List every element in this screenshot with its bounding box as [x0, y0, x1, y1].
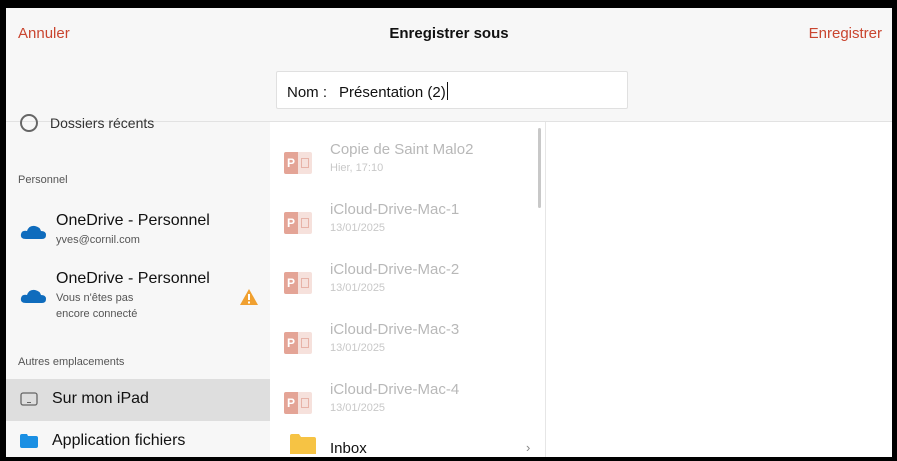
file-date: 13/01/2025: [330, 402, 386, 414]
list-item-file: P iCloud-Drive-Mac-3 13/01/2025: [270, 312, 540, 372]
file-list[interactable]: P Copie de Saint Malo2 Hier, 17:10 P iCl…: [270, 122, 546, 457]
list-item-inbox-folder[interactable]: Inbox ›: [270, 428, 540, 457]
sidebar-item-onedrive-account-2[interactable]: OneDrive - Personnel Vous n'êtes pas enc…: [18, 266, 268, 326]
file-date: 13/01/2025: [330, 222, 386, 234]
account-status-line-2: encore connecté: [56, 308, 138, 320]
file-name: iCloud-Drive-Mac-2: [330, 261, 460, 278]
save-button[interactable]: Enregistrer: [809, 25, 882, 42]
chevron-right-icon: ›: [526, 440, 531, 455]
folder-icon: [20, 434, 38, 448]
file-name: iCloud-Drive-Mac-1: [330, 201, 460, 218]
name-bar: Nom : Présentation (2): [6, 58, 892, 122]
filename-label: Nom :: [287, 84, 328, 101]
file-date: 13/01/2025: [330, 282, 386, 294]
sidebar-item-label: Application fichiers: [52, 432, 186, 449]
onedrive-cloud-icon: [20, 225, 46, 239]
sidebar-item-files-app[interactable]: Application fichiers: [6, 421, 270, 457]
list-item-file: P iCloud-Drive-Mac-2 13/01/2025: [270, 252, 540, 312]
sidebar-item-label: Dossiers récents: [50, 115, 155, 131]
text-cursor: [446, 82, 448, 100]
file-date: 13/01/2025: [330, 342, 386, 354]
file-name: Copie de Saint Malo2: [330, 141, 474, 158]
warning-icon: [240, 289, 258, 305]
sidebar-item-on-my-ipad[interactable]: Sur mon iPad: [6, 379, 270, 421]
sidebar-item-label: Sur mon iPad: [52, 390, 149, 407]
save-as-dialog: Annuler Enregistrer sous Enregistrer Nom…: [6, 8, 892, 457]
powerpoint-file-icon: P: [284, 332, 312, 354]
file-name: iCloud-Drive-Mac-4: [330, 381, 460, 398]
list-item-file: P Copie de Saint Malo2 Hier, 17:10: [270, 132, 540, 192]
powerpoint-file-icon: P: [284, 152, 312, 174]
sidebar-item-onedrive-account-1[interactable]: OneDrive - Personnel yves@cornil.com: [18, 208, 268, 248]
list-item-file: P iCloud-Drive-Mac-4 13/01/2025: [270, 372, 540, 432]
file-name: iCloud-Drive-Mac-3: [330, 321, 460, 338]
sidebar-item-recent-folders[interactable]: Dossiers récents: [20, 114, 154, 132]
sidebar: Dossiers récents Personnel OneDrive - Pe…: [6, 114, 270, 457]
account-name: OneDrive - Personnel: [56, 212, 210, 229]
filename-input[interactable]: Présentation (2): [339, 84, 446, 101]
dialog-header: Annuler Enregistrer sous Enregistrer: [6, 8, 892, 58]
section-header-other-locations: Autres emplacements: [18, 356, 125, 368]
account-status-line-1: Vous n'êtes pas: [56, 292, 134, 304]
onedrive-cloud-icon: [20, 289, 46, 303]
account-email: yves@cornil.com: [56, 234, 140, 246]
dialog-title: Enregistrer sous: [389, 25, 509, 42]
folder-name: Inbox: [330, 440, 367, 457]
powerpoint-file-icon: P: [284, 392, 312, 414]
account-name: OneDrive - Personnel: [56, 270, 210, 287]
file-date: Hier, 17:10: [330, 162, 384, 174]
powerpoint-file-icon: P: [284, 212, 312, 234]
section-header-personal: Personnel: [18, 174, 68, 186]
folder-icon: [290, 434, 316, 454]
powerpoint-file-icon: P: [284, 272, 312, 294]
list-item-file: P iCloud-Drive-Mac-1 13/01/2025: [270, 192, 540, 252]
clock-icon: [20, 114, 38, 132]
filename-field[interactable]: Nom : Présentation (2): [276, 71, 628, 109]
preview-pane: [547, 122, 892, 457]
ipad-icon: [20, 392, 38, 406]
